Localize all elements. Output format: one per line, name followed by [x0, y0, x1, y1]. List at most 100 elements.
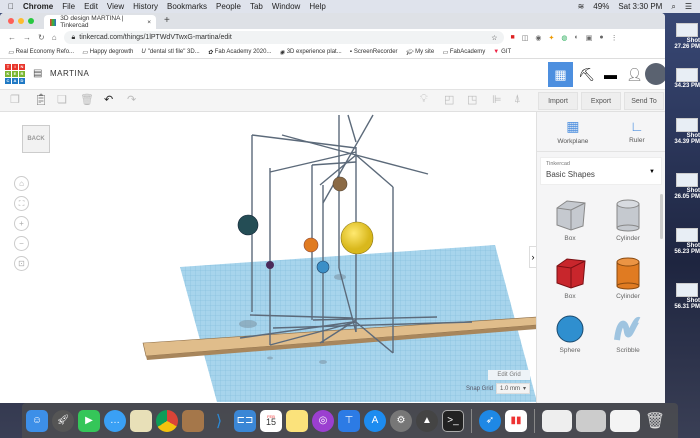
desktop-file[interactable]: Shot 34.39 PM [668, 118, 700, 145]
podcasts-icon[interactable]: ◎ [312, 409, 334, 432]
menu-tab[interactable]: Tab [250, 2, 263, 11]
clock[interactable]: Sat 3:30 PM [618, 2, 662, 12]
zoom-out-icon[interactable]: − [14, 236, 29, 251]
minimize-window-button[interactable] [18, 18, 24, 24]
build-button[interactable]: ⛏ [574, 62, 599, 87]
workplane-button[interactable]: ▦ Workplane [557, 118, 588, 151]
keynote-icon[interactable]: ⊤ [338, 409, 360, 432]
bookmark-item[interactable]: 🎓︎ My site [406, 49, 435, 56]
extension-icon[interactable]: ▣ [586, 34, 593, 42]
sphere-blue[interactable] [316, 260, 330, 274]
bricks-button[interactable]: ▬ [598, 62, 623, 87]
desktop-file[interactable]: Shot 26.05 PM [668, 173, 700, 200]
launchpad-icon[interactable]: 🚀︎ [52, 409, 74, 432]
design-title[interactable]: MARTINA [50, 69, 89, 78]
close-tab-icon[interactable]: × [147, 19, 151, 26]
calendar-icon[interactable]: FEB 15 [260, 409, 282, 432]
trash-icon[interactable]: 🗑︎ [644, 410, 666, 432]
mirror-icon[interactable]: ⍋ [514, 93, 521, 106]
extension-icon[interactable]: ◉ [535, 34, 541, 42]
redo-icon[interactable]: ↷ [127, 93, 136, 106]
zoom-in-icon[interactable]: + [14, 216, 29, 231]
menu-app[interactable]: Chrome [23, 2, 53, 11]
bookmark-item[interactable]: ✿ Fab Academy 2020... [208, 49, 272, 56]
copy-icon[interactable]: ❐ [10, 93, 20, 106]
panel-scrollbar[interactable] [660, 194, 663, 239]
shape-cylinder-hole[interactable]: Cylinder [599, 198, 657, 242]
ungroup-icon[interactable]: ◳ [467, 93, 477, 106]
new-tab-button[interactable]: + [164, 15, 170, 26]
apple-icon[interactable]:  [8, 2, 14, 11]
menu-bookmarks[interactable]: Bookmarks [167, 2, 207, 11]
ortho-view-icon[interactable]: ⊡ [14, 256, 29, 271]
desktop-file[interactable]: Shot 56.31 PM [668, 283, 700, 310]
vscode-icon[interactable]: ⟩ [208, 410, 230, 432]
sphere-yellow[interactable] [340, 221, 374, 255]
send-to-button[interactable]: Send To [624, 92, 664, 110]
bookmark-item[interactable]: ▪ ScreenRecorder [350, 49, 398, 55]
home-view-icon[interactable]: ⌂ [14, 176, 29, 191]
3d-viewport[interactable]: BACK ⌂ ⛶ + − ⊡ Edit Grid Snap Grid 1.0 m… [0, 112, 537, 403]
documents-stack-icon[interactable] [576, 409, 606, 432]
menu-view[interactable]: View [107, 2, 124, 11]
notification-icon[interactable]: ☰ [685, 2, 692, 12]
spotlight-icon[interactable]: ⌕ [671, 2, 675, 12]
sphere-purple[interactable] [266, 261, 274, 269]
extension-icon[interactable]: ◍ [561, 34, 567, 42]
bookmark-star-icon[interactable]: ☆ [491, 34, 497, 42]
downloads-stack-icon[interactable] [542, 409, 572, 432]
desktop-file[interactable]: Shot 56.23 PM [668, 228, 700, 255]
shape-box-hole[interactable]: Box [541, 198, 599, 242]
menu-window[interactable]: Window [272, 2, 300, 11]
chrome-icon[interactable] [156, 409, 178, 432]
light-bulb-icon[interactable]: 💡︎ [420, 93, 428, 106]
menu-people[interactable]: People [216, 2, 241, 11]
edit-grid-button[interactable]: Edit Grid [488, 370, 530, 380]
menu-edit[interactable]: Edit [84, 2, 98, 11]
bracket-app-icon[interactable]: ⊏⊐ [234, 409, 256, 432]
maximize-window-button[interactable] [28, 18, 34, 24]
desktop-file[interactable]: Shot 27.26 PM [668, 23, 700, 50]
ruler-button[interactable]: ∟ Ruler [629, 118, 645, 151]
bookmark-item[interactable]: ▼ GIT [493, 49, 511, 55]
forward-icon[interactable]: → [23, 33, 31, 42]
safari-icon[interactable]: ➶ [479, 409, 501, 432]
avatar[interactable] [645, 63, 665, 85]
battery-status[interactable]: 49% [593, 2, 609, 12]
more-menu-icon[interactable]: ⋮ [611, 34, 618, 42]
extension-icon[interactable]: ■ [511, 34, 515, 42]
shape-library-select[interactable]: Tinkercad Basic Shapes ▼ [540, 157, 662, 185]
invite-user-button[interactable]: 👤︎ [622, 62, 647, 87]
snap-grid-select[interactable]: 1.0 mm ▾ [496, 383, 530, 394]
tinkercad-logo[interactable]: TIN KER CAD [5, 64, 25, 84]
inkscape-icon[interactable]: ▲ [416, 409, 438, 432]
paste-icon[interactable]: 📋︎ [34, 93, 48, 106]
contacts-icon[interactable] [182, 409, 204, 432]
bookmark-item[interactable]: ◉ 3D experience plat... [279, 49, 341, 56]
finder-icon[interactable]: ☺ [26, 409, 48, 432]
align-icon[interactable]: ⊫ [492, 93, 502, 106]
desktop-file[interactable]: 34.23 PM [668, 68, 700, 89]
wifi-icon[interactable]: ≋ [578, 2, 585, 12]
bookmark-item[interactable]: ▭ FabAcademy [442, 49, 485, 56]
system-preferences-icon[interactable]: ⚙ [390, 409, 412, 432]
bookmark-item[interactable]: ▭ Real Economy Refo... [8, 49, 74, 56]
undo-icon[interactable]: ↶ [104, 93, 113, 106]
profile-avatar[interactable]: ● [599, 34, 603, 42]
extension-icon[interactable]: ✦ [549, 34, 555, 42]
bookmark-item[interactable]: ▭ Happy degrowth [82, 49, 133, 56]
shape-sphere[interactable]: Sphere [541, 314, 599, 354]
reload-icon[interactable]: ↻ [38, 33, 45, 42]
sphere-dark-teal[interactable] [237, 214, 259, 236]
maps-icon[interactable] [130, 409, 152, 432]
group-icon[interactable]: ◰ [444, 93, 454, 106]
menu-help[interactable]: Help [309, 2, 325, 11]
fit-view-icon[interactable]: ⛶ [14, 196, 29, 211]
view-cube[interactable]: BACK [22, 125, 50, 153]
3d-view-button[interactable]: ▦ [548, 62, 573, 87]
menu-history[interactable]: History [133, 2, 158, 11]
design-list-icon[interactable]: ▤ [33, 68, 42, 79]
bookmark-item[interactable]: U "dental stl file" 3D... [141, 49, 199, 55]
terminal-icon[interactable]: >_ [442, 409, 464, 432]
export-button[interactable]: Export [581, 92, 621, 110]
